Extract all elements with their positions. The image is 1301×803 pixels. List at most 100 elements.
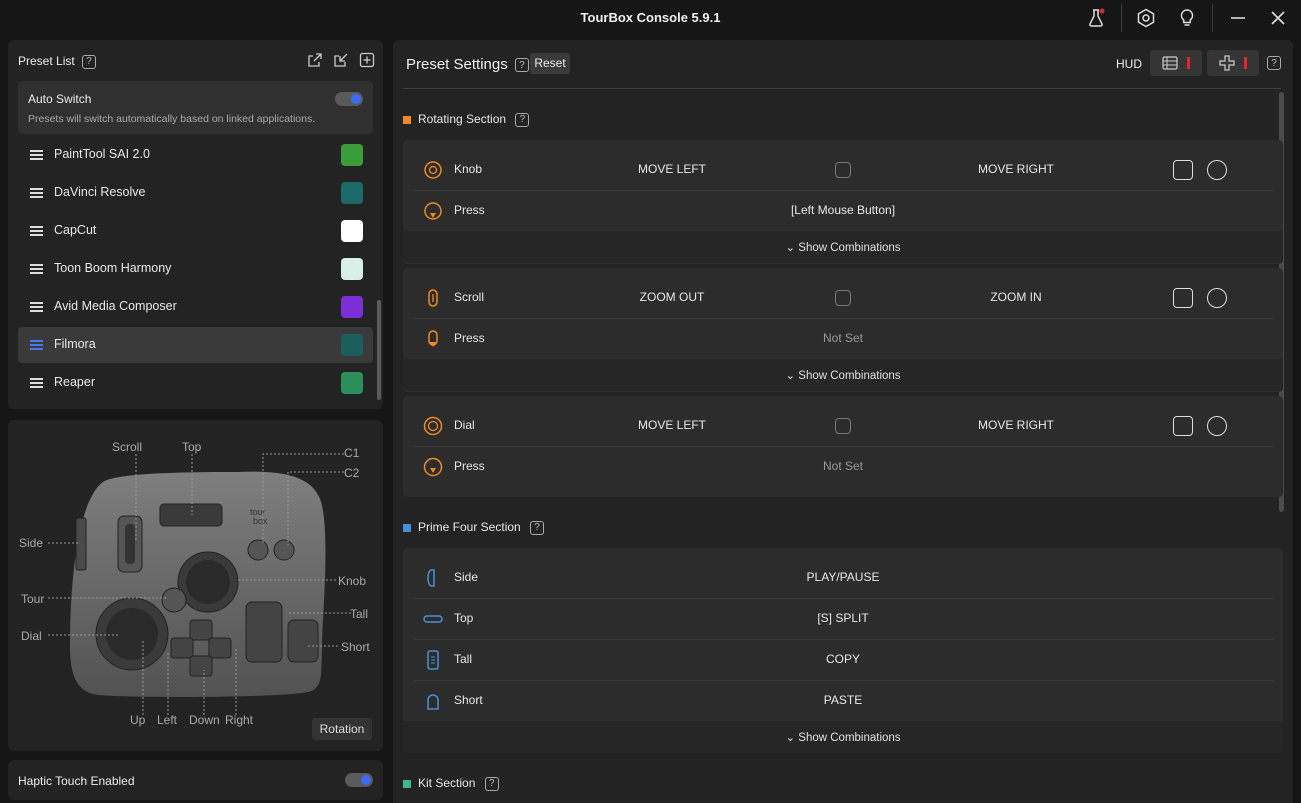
drag-handle-icon[interactable] (30, 340, 43, 350)
speed-settings-icon[interactable] (1207, 416, 1227, 436)
filmora-icon (341, 334, 363, 356)
prime-row-top: Top [S] SPLIT (403, 598, 1283, 639)
prime-action[interactable]: PASTE (693, 693, 993, 707)
auto-switch-subtitle: Presets will switch automatically based … (28, 113, 316, 125)
help-icon[interactable]: ? (484, 776, 499, 791)
preset-list-scrollbar[interactable] (377, 300, 381, 400)
help-icon[interactable]: ? (82, 54, 97, 69)
label-up: Up (130, 713, 146, 727)
kit-section-label: Kit Section (418, 776, 476, 790)
drag-handle-icon[interactable] (30, 188, 43, 198)
list-icon (1162, 56, 1178, 70)
preset-item[interactable]: Filmora (18, 327, 373, 363)
scroll-right-action[interactable]: ZOOM IN (946, 290, 1086, 304)
hud-dpad-toggle[interactable] (1207, 50, 1259, 76)
scroll-wheel-icon (428, 289, 438, 307)
drag-handle-icon[interactable] (30, 150, 43, 160)
haptic-waveform-icon[interactable] (1173, 160, 1193, 180)
painttool-sai-icon (341, 144, 363, 166)
dial-label: Dial (454, 418, 475, 432)
show-combinations-label: Show Combinations (798, 370, 901, 382)
knob-press-row: Press [Left Mouse Button] (403, 190, 1283, 231)
preset-item[interactable]: DaVinci Resolve (18, 175, 373, 211)
knob-icon (424, 161, 442, 179)
preset-item[interactable]: Avid Media Composer (18, 289, 373, 325)
label-top: Top (182, 440, 202, 454)
rotating-section-title: Rotating Section ? (403, 112, 530, 127)
dial-press-label: Press (454, 459, 485, 473)
show-combinations-label: Show Combinations (798, 732, 901, 744)
export-preset-icon[interactable] (307, 52, 323, 68)
dial-right-action[interactable]: MOVE RIGHT (946, 418, 1086, 432)
tall-button-icon (427, 650, 439, 670)
title-bar: TourBox Console 5.9.1 (0, 0, 1301, 36)
help-icon[interactable]: ? (530, 520, 545, 535)
show-combinations-button[interactable]: ⌄ Show Combinations (403, 721, 1283, 753)
scroll-press-icon (428, 330, 438, 347)
scroll-label: Scroll (454, 290, 485, 304)
haptic-label: Haptic Touch Enabled (18, 774, 135, 788)
swap-direction-icon[interactable] (835, 162, 851, 178)
close-icon[interactable] (1266, 6, 1290, 30)
preset-item[interactable]: CapCut (18, 213, 373, 249)
rotation-button[interactable]: Rotation (312, 718, 372, 740)
help-icon[interactable]: ? (514, 58, 529, 73)
drag-handle-icon[interactable] (30, 378, 43, 388)
label-tour: Tour (21, 592, 45, 606)
hud-list-toggle[interactable] (1150, 50, 1202, 76)
scroll-press-label: Press (454, 331, 485, 345)
import-preset-icon[interactable] (333, 52, 349, 68)
show-combinations-button[interactable]: ⌄ Show Combinations (403, 359, 1283, 391)
dial-left-action[interactable]: MOVE LEFT (602, 418, 742, 432)
scroll-left-action[interactable]: ZOOM OUT (602, 290, 742, 304)
drag-handle-icon[interactable] (30, 302, 43, 312)
preset-item[interactable]: PaintTool SAI 2.0 (18, 137, 373, 173)
dial-press-action[interactable]: Not Set (693, 459, 993, 473)
flask-icon[interactable] (1084, 6, 1108, 30)
knob-press-action[interactable]: [Left Mouse Button] (693, 203, 993, 217)
dial-press-row: Press Not Set (403, 446, 1283, 487)
help-icon[interactable]: ? (1267, 56, 1281, 70)
preset-list-title: Preset List (18, 54, 75, 68)
swap-direction-icon[interactable] (835, 290, 851, 306)
knob-row: Knob MOVE LEFT MOVE RIGHT (403, 149, 1283, 190)
prime-action[interactable]: PLAY/PAUSE (693, 570, 993, 584)
haptic-waveform-icon[interactable] (1173, 288, 1193, 308)
scroll-row: Scroll ZOOM OUT ZOOM IN (403, 277, 1283, 318)
add-preset-icon[interactable] (359, 52, 375, 68)
minimize-icon[interactable] (1226, 6, 1250, 30)
show-combinations-button[interactable]: ⌄ Show Combinations (403, 231, 1283, 263)
preset-name: Toon Boom Harmony (54, 261, 172, 275)
drag-handle-icon[interactable] (30, 264, 43, 274)
haptic-toggle[interactable] (345, 773, 373, 787)
reset-button[interactable]: Reset (530, 53, 570, 74)
knob-left-action[interactable]: MOVE LEFT (602, 162, 742, 176)
dial-card: Dial MOVE LEFT MOVE RIGHT Press Not Set (403, 396, 1283, 497)
dial-press-icon (423, 457, 443, 477)
lightbulb-icon[interactable] (1175, 6, 1199, 30)
prime-four-card: Side PLAY/PAUSE Top [S] SPLIT Tall COPY … (403, 548, 1283, 753)
scroll-press-action[interactable]: Not Set (693, 331, 993, 345)
prime-row-side: Side PLAY/PAUSE (403, 557, 1283, 598)
prime-label: Short (454, 693, 483, 707)
preset-item[interactable]: Reaper (18, 365, 373, 401)
knob-right-action[interactable]: MOVE RIGHT (946, 162, 1086, 176)
prime-action[interactable]: [S] SPLIT (693, 611, 993, 625)
preset-settings-title-text: Preset Settings (406, 56, 508, 73)
swap-direction-icon[interactable] (835, 418, 851, 434)
haptic-waveform-icon[interactable] (1173, 416, 1193, 436)
davinci-resolve-icon (341, 182, 363, 204)
scroll-card: Scroll ZOOM OUT ZOOM IN Press Not Set ⌄ … (403, 268, 1283, 392)
label-c1: C1 (344, 446, 360, 460)
help-icon[interactable]: ? (515, 112, 530, 127)
speed-settings-icon[interactable] (1207, 288, 1227, 308)
preset-item[interactable]: Toon Boom Harmony (18, 251, 373, 287)
chevron-down-icon: ⌄ (785, 242, 799, 254)
auto-switch-toggle[interactable] (335, 92, 363, 106)
label-short: Short (341, 640, 370, 654)
label-tall: Tall (350, 607, 369, 621)
settings-hexagon-icon[interactable] (1134, 6, 1158, 30)
prime-action[interactable]: COPY (693, 652, 993, 666)
speed-settings-icon[interactable] (1207, 160, 1227, 180)
drag-handle-icon[interactable] (30, 226, 43, 236)
